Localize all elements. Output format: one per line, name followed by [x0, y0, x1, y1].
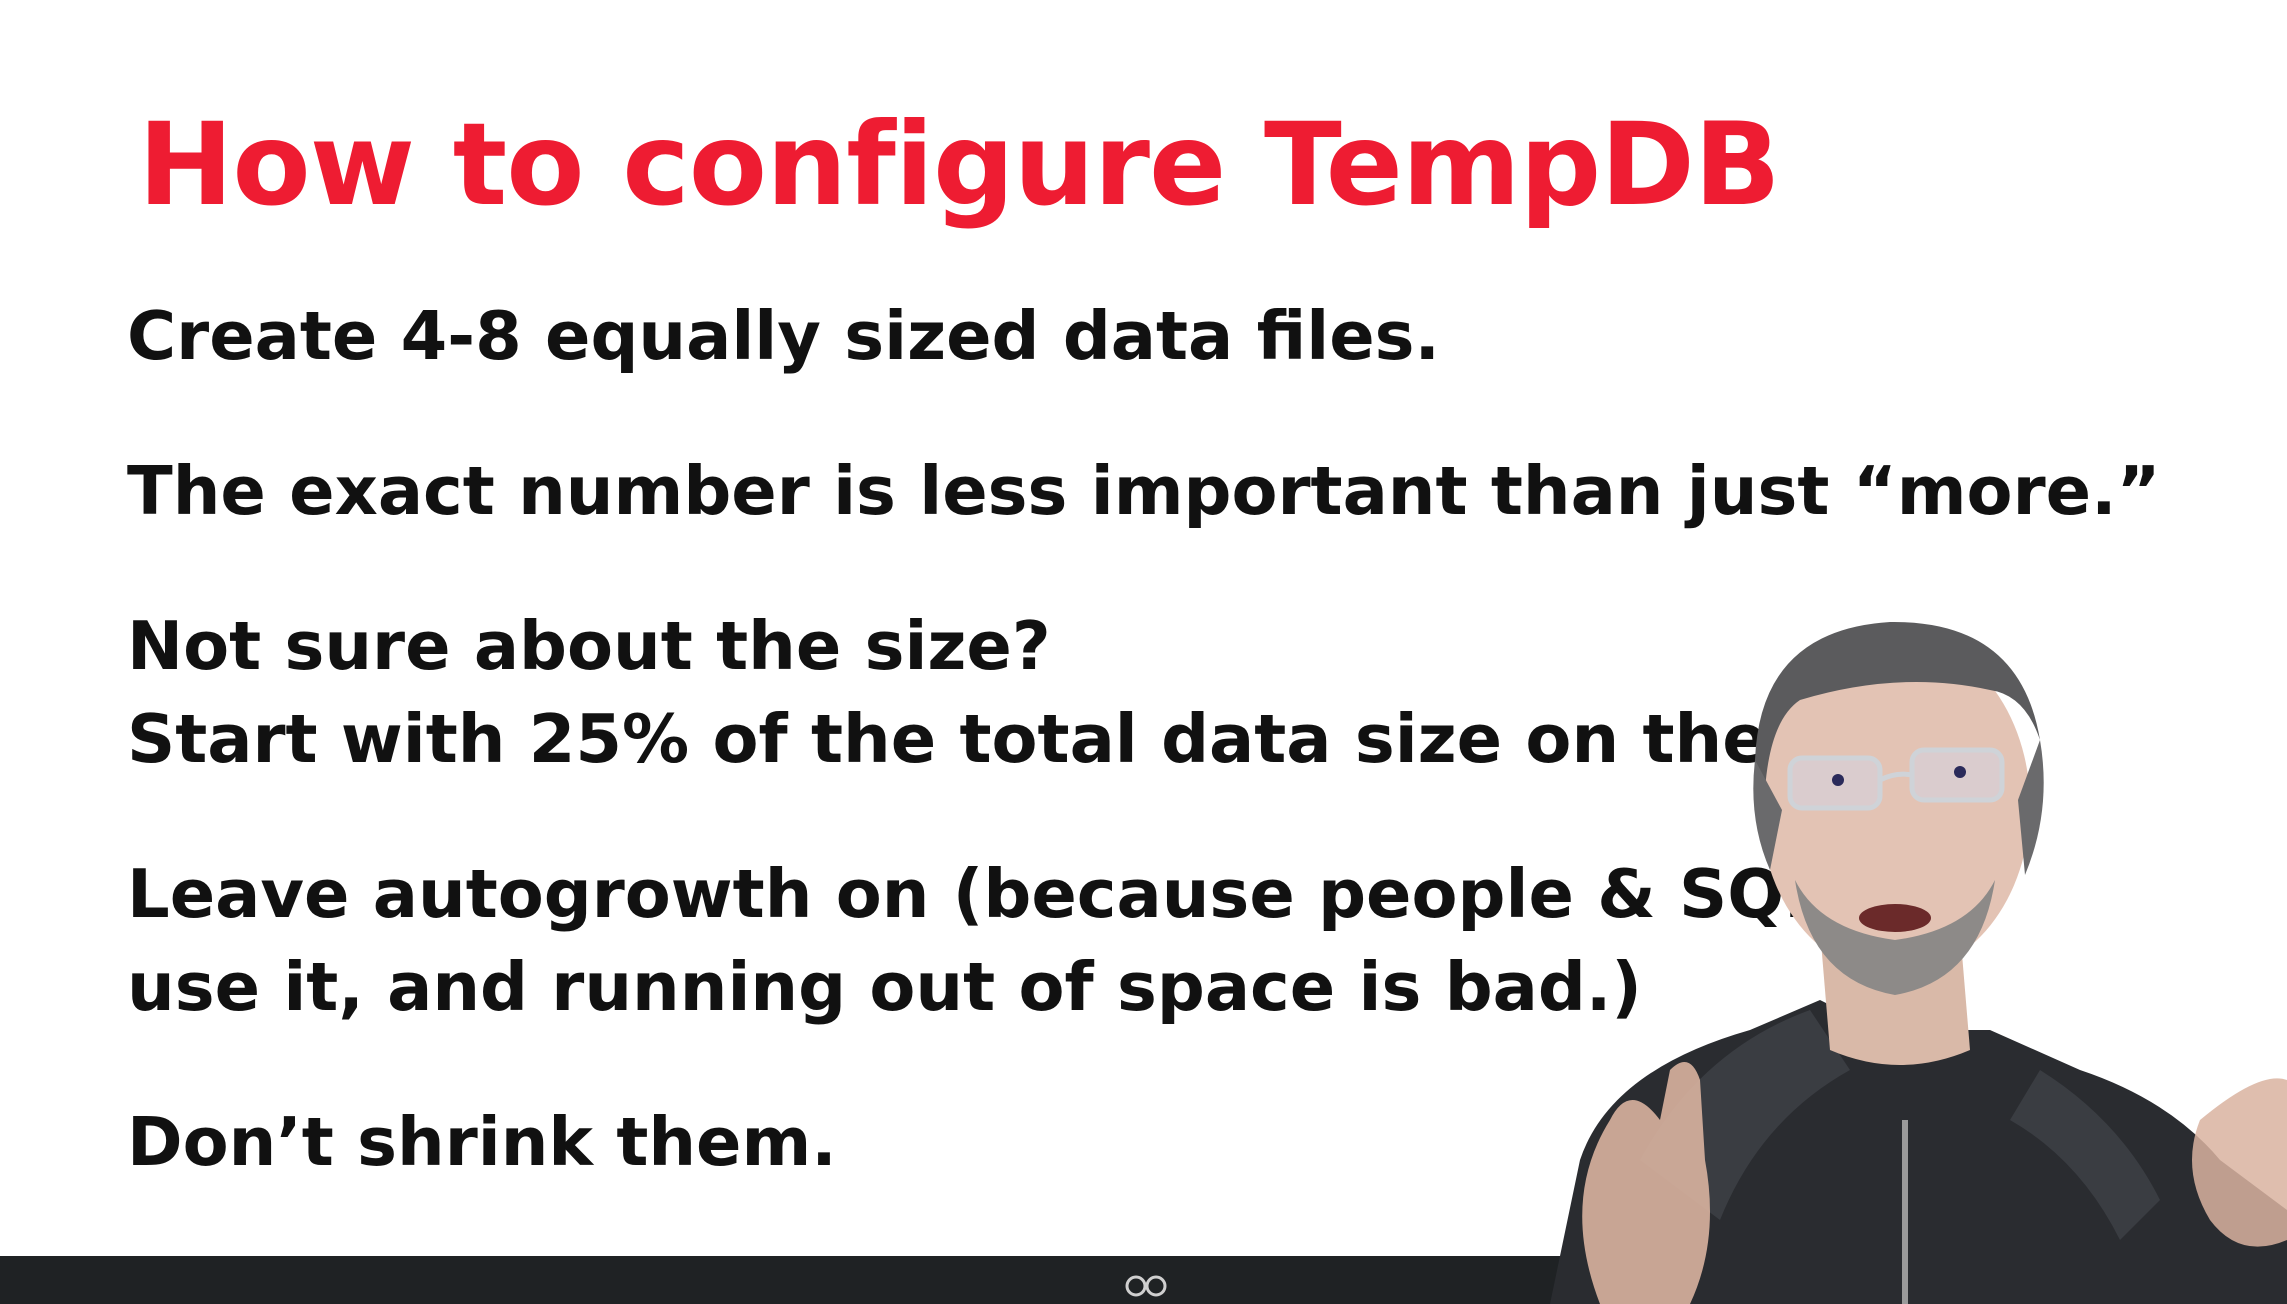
bullet-create-files: Create 4-8 equally sized data files. — [127, 290, 1440, 383]
presentation-slide: How to configure TempDB Create 4-8 equal… — [0, 0, 2287, 1304]
bullet-exact-number: The exact number is less important than … — [127, 445, 2161, 538]
presenter-video — [1550, 621, 2287, 1304]
bullet-line: The exact number is less important than … — [127, 452, 2161, 530]
bullet-line: Create 4-8 equally sized data files. — [127, 297, 1440, 375]
bullet-dont-shrink: Don’t shrink them. — [127, 1096, 837, 1189]
glasses-icon — [1125, 1275, 1167, 1297]
bullet-line: Don’t shrink them. — [127, 1103, 837, 1181]
slide-title: How to configure TempDB — [138, 98, 1781, 231]
